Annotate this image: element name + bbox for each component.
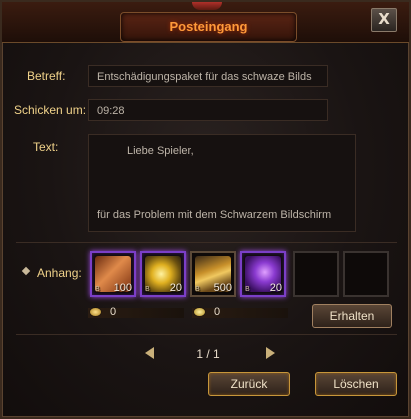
title-bar: Posteingang X	[2, 2, 409, 43]
subject-field: Entschädigungspaket für das schwaze Bild…	[88, 65, 328, 87]
bound-mark: B	[95, 285, 100, 293]
window-title: Posteingang	[169, 19, 248, 34]
body-line-text: für das Problem mit dem Schwarzem Bildsc…	[97, 209, 332, 221]
attachment-slot-3[interactable]: B 500	[190, 251, 236, 297]
item-quantity: 20	[169, 282, 182, 294]
bound-mark: B	[195, 285, 200, 293]
close-button[interactable]: X	[371, 8, 397, 32]
attachment-slot-4[interactable]: B 20	[240, 251, 286, 297]
attachment-label: Anhang:	[37, 266, 82, 280]
gold-coin-icon	[90, 308, 101, 316]
body-line-greeting: Liebe Spieler,	[127, 145, 194, 157]
item-quantity: 100	[113, 282, 132, 294]
divider	[16, 334, 397, 335]
back-button[interactable]: Zurück	[208, 372, 290, 396]
gold-value: 0	[110, 306, 117, 318]
subject-label: Betreff:	[27, 69, 66, 83]
gold-track	[88, 308, 184, 318]
sent-time-field: 09:28	[88, 99, 328, 121]
item-quantity: 500	[213, 282, 232, 294]
attachment-slot-5[interactable]	[293, 251, 339, 297]
bound-mark: B	[245, 285, 250, 293]
attachment-slot-2[interactable]: B 20	[140, 251, 186, 297]
bound-gold-track	[192, 308, 288, 318]
text-label: Text:	[33, 140, 59, 154]
previous-page-icon[interactable]	[145, 347, 154, 359]
inbox-window: Posteingang X Betreff: Entschädigungspak…	[0, 0, 411, 419]
attachment-slot-6[interactable]	[343, 251, 389, 297]
bound-mark: B	[145, 285, 150, 293]
next-page-icon[interactable]	[266, 347, 275, 359]
delete-button[interactable]: Löschen	[315, 372, 397, 396]
bound-gold-icon	[194, 308, 205, 316]
claim-button[interactable]: Erhalten	[312, 304, 392, 328]
attachment-slot-1[interactable]: B 100	[90, 251, 136, 297]
message-body: Liebe Spieler, für das Problem mit dem S…	[88, 134, 356, 232]
page-indicator: 1 / 1	[196, 347, 220, 361]
sent-time-label: Schicken um:	[14, 103, 87, 117]
item-quantity: 20	[269, 282, 282, 294]
title-ornament	[192, 2, 222, 10]
title-plaque: Posteingang	[120, 12, 297, 42]
bound-gold-value: 0	[214, 306, 221, 318]
